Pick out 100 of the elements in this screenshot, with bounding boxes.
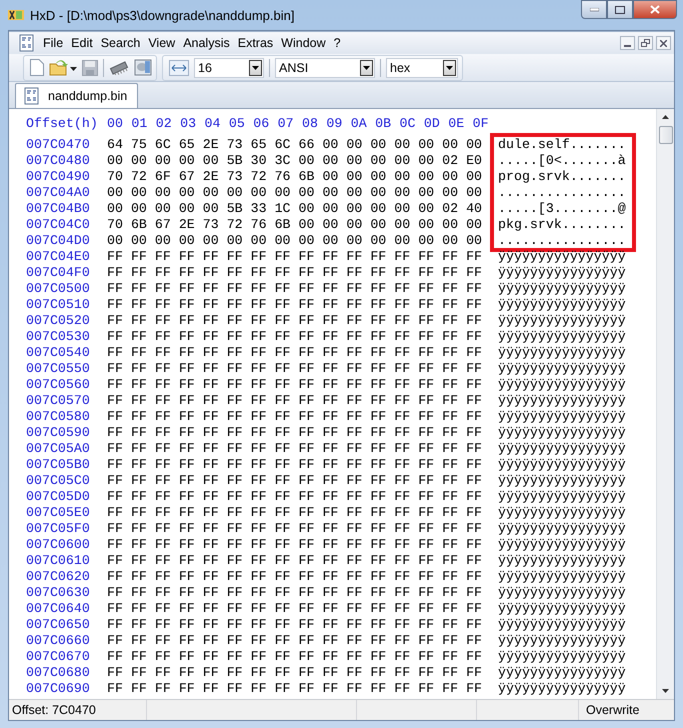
menu-item[interactable]: Extras: [234, 34, 278, 52]
offset-cell-text: 007C0530: [26, 329, 91, 345]
offset-cell-text: 007C0650: [26, 617, 91, 633]
maximize-button[interactable]: [607, 0, 633, 19]
offset-base-dropdown[interactable]: hex: [386, 58, 458, 78]
minimize-button[interactable]: [581, 0, 607, 19]
column-header: 0C: [400, 116, 416, 133]
hex-bytes: FF FF FF FF FF FF FF FF FF FF FF FF FF FF FF FF: [107, 281, 484, 297]
column-header: 06: [253, 116, 270, 133]
ascii-text: ÿÿÿÿÿÿÿÿÿÿÿÿÿÿÿÿ: [497, 329, 627, 345]
close-icon: [660, 40, 667, 46]
ascii-text: ÿÿÿÿÿÿÿÿÿÿÿÿÿÿÿÿ: [497, 249, 627, 265]
column-header: 04: [204, 116, 221, 133]
hex-bytes: FF FF FF FF FF FF FF FF FF FF FF FF FF FF FF FF: [107, 585, 484, 601]
offset-cell-text: 007C05B0: [26, 457, 91, 473]
ascii-text: ÿÿÿÿÿÿÿÿÿÿÿÿÿÿÿÿ: [497, 505, 627, 521]
document-icon: [24, 87, 40, 105]
dropdown-arrow-icon: [446, 66, 453, 70]
hex-bytes: FF FF FF FF FF FF FF FF FF FF FF FF FF FF FF FF: [107, 409, 484, 425]
offset-cell-text: 007C0520: [26, 313, 91, 329]
offset-cell-text: 007C0660: [26, 633, 91, 649]
hex-bytes: 00 00 00 00 00 5B 33 1C 00 00 00 00 00 00 02 40: [107, 201, 484, 217]
ascii-text: ÿÿÿÿÿÿÿÿÿÿÿÿÿÿÿÿ: [497, 537, 627, 553]
hex-bytes: FF FF FF FF FF FF FF FF FF FF FF FF FF FF FF FF: [107, 681, 484, 697]
offset-cell-text: 007C0610: [26, 553, 91, 569]
restore-document-button[interactable]: [638, 36, 653, 50]
hex-bytes: 70 6B 67 2E 73 72 76 6B 00 00 00 00 00 00 00 00: [107, 217, 484, 233]
offset-cell-text: 007C0470: [26, 137, 91, 153]
restore-icon: [641, 39, 650, 47]
hex-bytes: 00 00 00 00 00 00 00 00 00 00 00 00 00 00 00 00: [107, 185, 484, 201]
hex-bytes: 00 00 00 00 00 5B 30 3C 00 00 00 00 00 00 02 E0: [107, 153, 484, 169]
column-header: 02: [156, 116, 172, 133]
offset-cell-text: 007C0670: [26, 649, 91, 665]
close-icon: [650, 5, 660, 14]
scroll-up-icon[interactable]: [662, 115, 669, 119]
offset-cell-text: 007C0600: [26, 537, 91, 553]
ascii-text: ÿÿÿÿÿÿÿÿÿÿÿÿÿÿÿÿ: [497, 601, 627, 617]
open-folder-icon[interactable]: [49, 60, 77, 76]
hex-bytes: FF FF FF FF FF FF FF FF FF FF FF FF FF FF FF FF: [107, 425, 484, 441]
menu-item[interactable]: Analysis: [179, 34, 234, 52]
column-header: 08: [302, 116, 318, 133]
charset-dropdown[interactable]: ANSI: [275, 58, 375, 78]
hex-bytes: FF FF FF FF FF FF FF FF FF FF FF FF FF FF FF FF: [107, 617, 484, 633]
ascii-text: dule.self.......: [490, 133, 636, 153]
close-document-button[interactable]: [656, 36, 671, 50]
ascii-text: ÿÿÿÿÿÿÿÿÿÿÿÿÿÿÿÿ: [497, 265, 627, 281]
bytes-per-row-dropdown[interactable]: 16: [194, 58, 264, 78]
ascii-text: ÿÿÿÿÿÿÿÿÿÿÿÿÿÿÿÿ: [497, 409, 627, 425]
ascii-text: pkg.srvk........: [490, 217, 636, 233]
offset-cell-text: 007C05C0: [26, 473, 91, 489]
minimize-icon: [590, 8, 598, 12]
window-title: HxD - [D:\mod\ps3\downgrade\nanddump.bin]: [30, 8, 296, 22]
menu-item[interactable]: View: [144, 34, 180, 52]
dropdown-arrow-icon: [252, 66, 259, 70]
offset-header: Offset(h): [26, 116, 99, 133]
column-header: 0A: [350, 116, 367, 133]
offset-cell-text: 007C0540: [26, 345, 91, 361]
ascii-text: ÿÿÿÿÿÿÿÿÿÿÿÿÿÿÿÿ: [497, 553, 627, 569]
ascii-text: ÿÿÿÿÿÿÿÿÿÿÿÿÿÿÿÿ: [497, 649, 627, 665]
column-header: 0B: [375, 116, 392, 133]
maximize-icon: [615, 6, 625, 14]
menu-item[interactable]: ?: [330, 34, 345, 52]
hex-bytes: 64 75 6C 65 2E 73 65 6C 66 00 00 00 00 00 00 00: [107, 137, 484, 153]
hex-bytes: FF FF FF FF FF FF FF FF FF FF FF FF FF FF FF FF: [107, 297, 484, 313]
scroll-down-icon[interactable]: [662, 689, 669, 693]
offset-cell-text: 007C0580: [26, 409, 91, 425]
hex-bytes: FF FF FF FF FF FF FF FF FF FF FF FF FF FF FF FF: [107, 633, 484, 649]
offset-cell-text: 007C04D0: [26, 233, 91, 249]
minimize-document-button[interactable]: [620, 36, 635, 50]
ascii-text: ÿÿÿÿÿÿÿÿÿÿÿÿÿÿÿÿ: [497, 521, 627, 537]
document-tab[interactable]: nanddump.bin: [15, 83, 138, 108]
offset-cell-text: 007C05F0: [26, 521, 91, 537]
ascii-text: ÿÿÿÿÿÿÿÿÿÿÿÿÿÿÿÿ: [497, 441, 627, 457]
offset-cell-text: 007C0640: [26, 601, 91, 617]
ascii-text: ÿÿÿÿÿÿÿÿÿÿÿÿÿÿÿÿ: [497, 297, 627, 313]
menu-item[interactable]: Search: [96, 34, 144, 52]
offset-cell-text: 007C05E0: [26, 505, 91, 521]
vertical-scrollbar[interactable]: [656, 109, 674, 699]
hex-bytes: FF FF FF FF FF FF FF FF FF FF FF FF FF FF FF FF: [107, 553, 484, 569]
app-logo-icon: [8, 8, 24, 22]
hex-bytes: FF FF FF FF FF FF FF FF FF FF FF FF FF FF FF FF: [107, 601, 484, 617]
close-button[interactable]: [633, 0, 677, 19]
column-header: 0D: [424, 116, 440, 133]
new-file-icon[interactable]: [30, 59, 44, 76]
offset-cell-text: 007C0510: [26, 297, 91, 313]
offset-cell-text: 007C04B0: [26, 201, 91, 217]
scrollbar-thumb[interactable]: [658, 126, 672, 144]
memory-chip-icon[interactable]: [109, 60, 129, 74]
ascii-text: ÿÿÿÿÿÿÿÿÿÿÿÿÿÿÿÿ: [497, 617, 627, 633]
offset-cell-text: 007C0590: [26, 425, 91, 441]
offset-cell-text: 007C0620: [26, 569, 91, 585]
menu-item[interactable]: File: [39, 34, 68, 52]
ascii-text: ÿÿÿÿÿÿÿÿÿÿÿÿÿÿÿÿ: [497, 569, 627, 585]
menu-item[interactable]: Window: [277, 34, 330, 52]
hex-bytes: FF FF FF FF FF FF FF FF FF FF FF FF FF FF FF FF: [107, 329, 484, 345]
ascii-text: ÿÿÿÿÿÿÿÿÿÿÿÿÿÿÿÿ: [497, 665, 627, 681]
menu-item[interactable]: Edit: [67, 34, 97, 52]
offset-cell-text: 007C05A0: [26, 441, 91, 457]
column-header: 0F: [472, 116, 489, 133]
status-mode: Overwrite: [585, 702, 640, 719]
